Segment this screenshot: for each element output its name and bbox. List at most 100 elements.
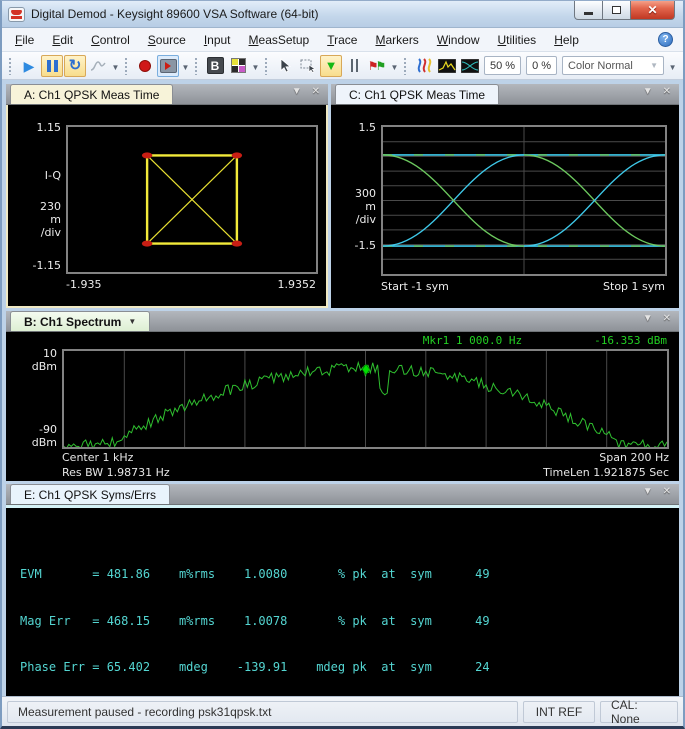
trace-layout-button[interactable] bbox=[227, 55, 249, 77]
pointer-tool-button[interactable] bbox=[274, 55, 296, 77]
record-dropdown[interactable]: ▼ bbox=[180, 56, 191, 76]
toolbar-grip[interactable] bbox=[8, 57, 13, 75]
y-zoom-field[interactable]: 0 % bbox=[526, 56, 557, 75]
y-axis-top-value: 10 bbox=[43, 347, 57, 360]
menu-input[interactable]: Input bbox=[195, 30, 240, 50]
panel-b-body: Mkr1 1 000.0 Hz -16.353 dBm 10 dBm -90 d… bbox=[6, 332, 679, 481]
color-scheme-select[interactable]: Color Normal ▼ bbox=[562, 56, 664, 75]
phase-err-row: Phase Err = 65.402 mdeg -139.91 mdeg pk … bbox=[20, 660, 679, 676]
toolbar-grip[interactable] bbox=[264, 57, 269, 75]
panel-b-tabbar: B: Ch1 Spectrum ▼ ▼ ✕ bbox=[6, 311, 679, 332]
pause-icon bbox=[47, 60, 58, 72]
eye-thumb-icon bbox=[461, 59, 479, 73]
panel-b-menu-button[interactable]: ▼ bbox=[643, 314, 653, 324]
window-title: Digital Demod - Keysight 89600 VSA Softw… bbox=[31, 7, 318, 21]
spectrum-view-button[interactable] bbox=[436, 55, 458, 77]
menu-bar: File Edit Control Source Input MeasSetup… bbox=[2, 28, 683, 52]
pause-button[interactable] bbox=[41, 55, 63, 77]
play-icon: ▶ bbox=[24, 59, 35, 73]
tab-e-syms-errs[interactable]: E: Ch1 QPSK Syms/Errs bbox=[10, 484, 170, 504]
pointer-icon bbox=[278, 58, 292, 73]
panel-c-menu-button[interactable]: ▼ bbox=[643, 87, 653, 97]
panel-c-close-button[interactable]: ✕ bbox=[663, 87, 671, 97]
x-zoom-field[interactable]: 50 % bbox=[484, 56, 521, 75]
panel-e-tabbar: E: Ch1 QPSK Syms/Errs ▼ ✕ bbox=[6, 484, 679, 505]
menu-markers[interactable]: Markers bbox=[366, 30, 427, 50]
y-axis-bottom-label: -1.5 bbox=[355, 239, 376, 252]
panel-a-close-button[interactable]: ✕ bbox=[312, 87, 320, 97]
play-button[interactable]: ▶ bbox=[18, 55, 40, 77]
panel-b-close-button[interactable]: ✕ bbox=[663, 314, 671, 324]
panel-a: A: Ch1 QPSK Meas Time ▼ ✕ 1.15 I-Q 230 bbox=[6, 84, 328, 308]
eye-diagram-plot bbox=[381, 125, 667, 276]
tab-a-qpsk-meas-time[interactable]: A: Ch1 QPSK Meas Time bbox=[10, 84, 173, 104]
y-scale-per-div: /div bbox=[356, 213, 376, 226]
menu-control[interactable]: Control bbox=[82, 30, 139, 50]
display-dropdown[interactable]: ▼ bbox=[667, 56, 678, 76]
center-freq-label: Center 1 kHz bbox=[62, 451, 133, 464]
layout-grid-icon bbox=[231, 58, 246, 73]
marker-coupling-button[interactable]: ⚑⚑ bbox=[366, 55, 388, 77]
y-axis-top-unit: dBm bbox=[32, 360, 57, 373]
single-sweep-button[interactable] bbox=[87, 55, 109, 77]
marker-readout-row: Mkr1 1 000.0 Hz -16.353 dBm bbox=[6, 334, 669, 349]
tab-dropdown-icon[interactable]: ▼ bbox=[128, 317, 136, 326]
tab-b-spectrum[interactable]: B: Ch1 Spectrum ▼ bbox=[10, 311, 150, 331]
mag-err-row: Mag Err = 468.15 m%rms 1.0078 % pk at sy… bbox=[20, 614, 679, 630]
recording-player-button[interactable] bbox=[157, 55, 179, 77]
record-icon bbox=[139, 60, 151, 72]
colormap-button[interactable] bbox=[413, 55, 435, 77]
panel-a-menu-button[interactable]: ▼ bbox=[292, 87, 302, 97]
panel-a-y-axis: 1.15 I-Q 230 m /div -1.15 bbox=[8, 125, 66, 274]
close-button[interactable]: ✕ bbox=[630, 1, 675, 20]
menu-utilities[interactable]: Utilities bbox=[489, 30, 546, 50]
y-scale-value: 230 bbox=[40, 200, 61, 213]
minimize-icon bbox=[584, 12, 593, 15]
control-dropdown[interactable]: ▼ bbox=[110, 56, 121, 76]
toolbar-grip[interactable] bbox=[124, 57, 129, 75]
tab-c-qpsk-meas-time[interactable]: C: Ch1 QPSK Meas Time bbox=[335, 84, 499, 104]
panel-e-close-button[interactable]: ✕ bbox=[663, 487, 671, 497]
toolbar-grip[interactable] bbox=[403, 57, 408, 75]
bold-button[interactable]: B bbox=[204, 55, 226, 77]
evm-row: EVM = 481.86 m%rms 1.0080 % pk at sym 49 bbox=[20, 567, 679, 583]
menu-meassetup[interactable]: MeasSetup bbox=[240, 30, 319, 50]
menu-trace[interactable]: Trace bbox=[318, 30, 366, 50]
spectrum-marker-1[interactable]: 1 bbox=[362, 363, 370, 376]
y-axis-bottom-label: -1.15 bbox=[33, 259, 61, 272]
help-icon[interactable]: ? bbox=[658, 32, 673, 47]
minimize-button[interactable] bbox=[574, 1, 603, 20]
menu-source[interactable]: Source bbox=[139, 30, 195, 50]
calibration-indicator[interactable]: CAL: None bbox=[600, 701, 678, 723]
marker-diamond-icon bbox=[362, 363, 370, 376]
status-bar: Measurement paused - recording psk31qpsk… bbox=[2, 696, 683, 726]
panel-b-y-axis: 10 dBm -90 dBm bbox=[6, 349, 62, 449]
y-axis-bottom-value: -90 bbox=[39, 423, 57, 436]
y-scale-unit: m bbox=[365, 200, 376, 213]
marker-offset-button[interactable] bbox=[343, 55, 365, 77]
y-axis-name: I-Q bbox=[45, 169, 61, 182]
marker-peak-button[interactable]: ▼ bbox=[320, 55, 342, 77]
continuous-button[interactable]: ↻ bbox=[64, 55, 86, 77]
menu-edit[interactable]: Edit bbox=[43, 30, 82, 50]
layout-dropdown[interactable]: ▼ bbox=[250, 56, 261, 76]
marker-bars-icon bbox=[351, 59, 358, 72]
reference-indicator[interactable]: INT REF bbox=[523, 701, 595, 723]
markers-dropdown[interactable]: ▼ bbox=[389, 56, 400, 76]
restore-button[interactable] bbox=[603, 1, 630, 20]
panel-a-x-axis: -1.935 1.9352 bbox=[8, 274, 318, 306]
menu-help[interactable]: Help bbox=[545, 30, 588, 50]
menu-file[interactable]: File bbox=[6, 30, 43, 50]
window-controls: ✕ bbox=[574, 1, 675, 20]
panel-e-menu-button[interactable]: ▼ bbox=[643, 487, 653, 497]
panel-c-body: 1.5 300 m /div -1.5 bbox=[331, 105, 679, 308]
y-scale-unit: m bbox=[50, 213, 61, 226]
player-icon bbox=[160, 59, 177, 73]
eye-view-button[interactable] bbox=[459, 55, 481, 77]
time-len-label: TimeLen 1.921875 Sec bbox=[543, 466, 669, 479]
menu-window[interactable]: Window bbox=[428, 30, 489, 50]
zoom-select-button[interactable] bbox=[297, 55, 319, 77]
record-button[interactable] bbox=[134, 55, 156, 77]
toolbar-grip[interactable] bbox=[194, 57, 199, 75]
error-summary-table: EVM = 481.86 m%rms 1.0080 % pk at sym 49… bbox=[6, 508, 679, 696]
